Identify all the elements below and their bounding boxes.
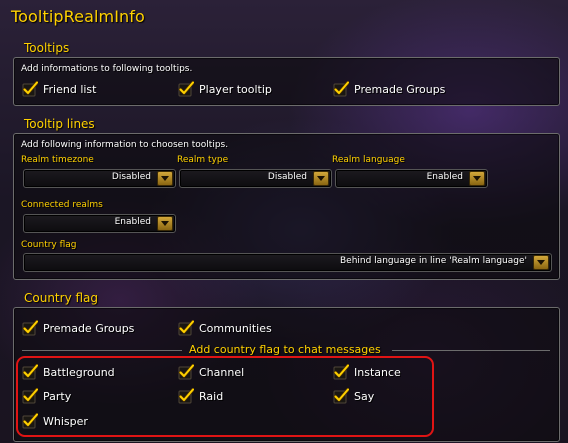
realm-type-label: Realm type [177, 155, 229, 165]
tooltip-lines-section-title: Tooltip lines [24, 117, 95, 131]
realm-timezone-dropdown[interactable]: Disabled [23, 169, 176, 188]
checkbox-friend-list[interactable]: Friend list [22, 79, 96, 99]
divider-left [22, 350, 182, 351]
checkmark-icon [22, 320, 38, 336]
dropdown-value: Behind language in line 'Realm language' [339, 256, 527, 266]
chevron-down-icon[interactable] [533, 255, 549, 270]
dropdown-value: Disabled [267, 172, 307, 182]
divider-right [392, 350, 550, 351]
dropdown-value: Disabled [111, 172, 151, 182]
highlight-box [16, 356, 434, 437]
chevron-down-icon[interactable] [313, 171, 329, 186]
realm-language-dropdown[interactable]: Enabled [335, 169, 488, 188]
country-flag-section-title: Country flag [24, 291, 99, 305]
chevron-down-icon[interactable] [469, 171, 485, 186]
dropdown-value: Enabled [426, 172, 463, 182]
app-title: TooltipRealmInfo [11, 7, 145, 26]
checkmark-icon [178, 81, 194, 97]
country-flag-dropdown[interactable]: Behind language in line 'Realm language' [23, 253, 552, 272]
realm-timezone-label: Realm timezone [21, 155, 94, 165]
connected-realms-dropdown[interactable]: Enabled [23, 214, 176, 233]
checkbox-label: Premade Groups [43, 321, 135, 335]
dropdown-value: Enabled [114, 217, 151, 227]
checkbox-premade-groups-tooltip[interactable]: Premade Groups [333, 79, 445, 99]
realm-type-dropdown[interactable]: Disabled [179, 169, 332, 188]
checkmark-icon [22, 81, 38, 97]
country-flag-dropdown-label: Country flag [21, 240, 77, 250]
checkmark-icon [178, 320, 194, 336]
checkbox-premade-groups-flag[interactable]: Premade Groups [22, 318, 134, 338]
checkbox-player-tooltip[interactable]: Player tooltip [178, 79, 272, 99]
checkbox-label: Communities [199, 321, 272, 335]
tooltips-section-title: Tooltips [24, 41, 70, 55]
checkbox-label: Player tooltip [199, 82, 272, 96]
chat-messages-heading: Add country flag to chat messages [189, 343, 381, 356]
connected-realms-label: Connected realms [21, 200, 103, 210]
chevron-down-icon[interactable] [157, 216, 173, 231]
checkbox-label: Friend list [43, 82, 97, 96]
checkmark-icon [333, 81, 349, 97]
tooltip-lines-description: Add following information to choosen too… [21, 140, 229, 150]
realm-language-label: Realm language [332, 155, 405, 165]
checkbox-label: Premade Groups [354, 82, 446, 96]
checkbox-communities[interactable]: Communities [178, 318, 272, 338]
tooltips-description: Add informations to following tooltips. [21, 64, 193, 74]
chevron-down-icon[interactable] [157, 171, 173, 186]
